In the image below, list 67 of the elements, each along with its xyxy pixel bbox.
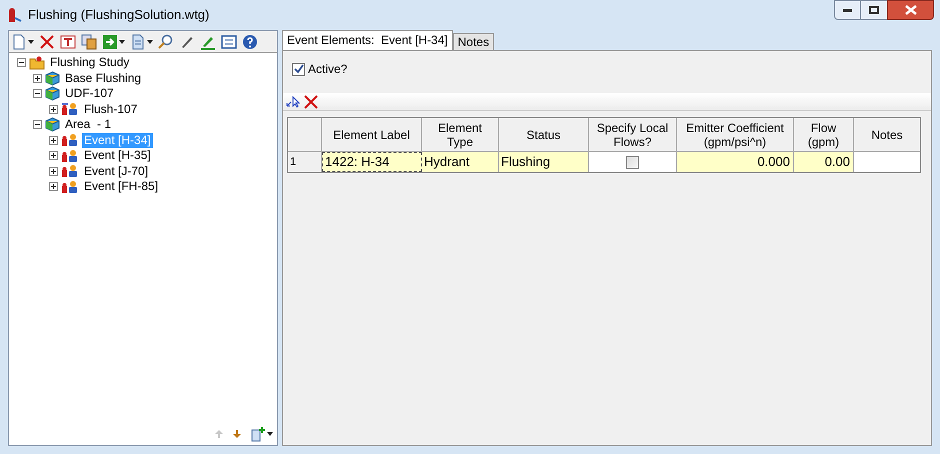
expand-icon[interactable] — [49, 136, 58, 145]
tree-item[interactable]: Flushing Study — [48, 55, 132, 70]
report-icon[interactable] — [130, 34, 146, 50]
hydrant-worker-icon — [61, 102, 79, 116]
hydrant-worker-icon — [61, 180, 79, 194]
cube-icon — [45, 86, 60, 102]
hydrant-worker-icon — [61, 164, 79, 178]
folder-icon — [29, 56, 45, 70]
collapse-icon[interactable] — [17, 58, 26, 68]
tree-item[interactable]: UDF-107 — [63, 86, 116, 102]
delete-icon[interactable] — [304, 94, 318, 108]
minimize-button[interactable] — [834, 0, 861, 20]
cube-icon — [45, 70, 60, 86]
arrow-right-icon[interactable] — [102, 34, 118, 50]
tab[interactable]: Event Elements: Event [H-34] — [282, 30, 453, 50]
close-button[interactable] — [887, 0, 934, 20]
close-icon — [904, 5, 916, 15]
expand-icon[interactable] — [49, 151, 58, 160]
new-document-icon[interactable] — [11, 34, 27, 50]
caret-icon[interactable] — [119, 40, 125, 44]
column-header: Element Type — [422, 118, 499, 151]
expand-icon[interactable] — [49, 166, 58, 176]
window-title: Flushing (FlushingSolution.wtg) — [28, 6, 210, 24]
collapse-icon[interactable] — [33, 89, 42, 98]
properties-icon[interactable] — [221, 34, 237, 50]
collapse-icon[interactable] — [33, 120, 42, 130]
column-header: Status — [499, 118, 589, 151]
column-header: Emitter Coefficient (gpm/psi^n) — [677, 118, 794, 151]
checkbox[interactable] — [292, 62, 305, 76]
column-header: Element Label — [322, 118, 422, 151]
caret-icon[interactable] — [267, 432, 273, 436]
expand-icon[interactable] — [49, 104, 58, 114]
copy-icon[interactable] — [81, 34, 97, 50]
table-cell: 0.000 — [677, 152, 794, 172]
tab[interactable]: Notes — [452, 33, 494, 50]
rename-icon[interactable] — [60, 34, 76, 50]
tree-item[interactable]: Area - 1 — [63, 117, 114, 132]
help-icon[interactable] — [242, 34, 258, 50]
zoom-icon[interactable] — [158, 34, 174, 50]
tree-item[interactable]: Base Flushing — [63, 70, 144, 86]
table-cell: Hydrant — [422, 152, 499, 172]
arrow-down-icon[interactable] — [232, 429, 242, 439]
tree-item[interactable]: Event [FH-85] — [82, 179, 160, 194]
hydrant-worker-icon — [61, 133, 79, 148]
maximize-button[interactable] — [861, 0, 887, 20]
column-header: Notes — [870, 126, 904, 144]
expand-icon[interactable] — [33, 74, 42, 83]
hydrant-app-icon — [6, 7, 22, 23]
tree-item[interactable]: Event [J-70] — [82, 164, 150, 179]
add-list-icon[interactable] — [250, 426, 266, 442]
caret-icon[interactable] — [147, 40, 153, 44]
table-cell: Flushing — [499, 152, 589, 172]
select-pointer-icon[interactable] — [286, 96, 300, 108]
expand-icon[interactable] — [49, 182, 58, 192]
hydrant-worker-icon — [61, 148, 79, 163]
table-cell[interactable] — [854, 152, 920, 172]
column-header: Flow (gpm) — [794, 118, 854, 151]
tree-item[interactable]: Flush-107 — [82, 102, 140, 117]
table-cell[interactable]: 1422: H-34 — [322, 152, 422, 172]
column-header: Specify Local Flows? — [589, 118, 677, 151]
cube-icon — [45, 117, 60, 132]
caret-icon[interactable] — [28, 40, 34, 44]
table-cell: 0.00 — [794, 152, 854, 172]
checkbox-label: Active? — [308, 61, 348, 78]
delete-icon[interactable] — [39, 34, 55, 50]
tree-item[interactable]: Event [H-35] — [82, 148, 153, 164]
checkbox[interactable] — [626, 156, 639, 168]
